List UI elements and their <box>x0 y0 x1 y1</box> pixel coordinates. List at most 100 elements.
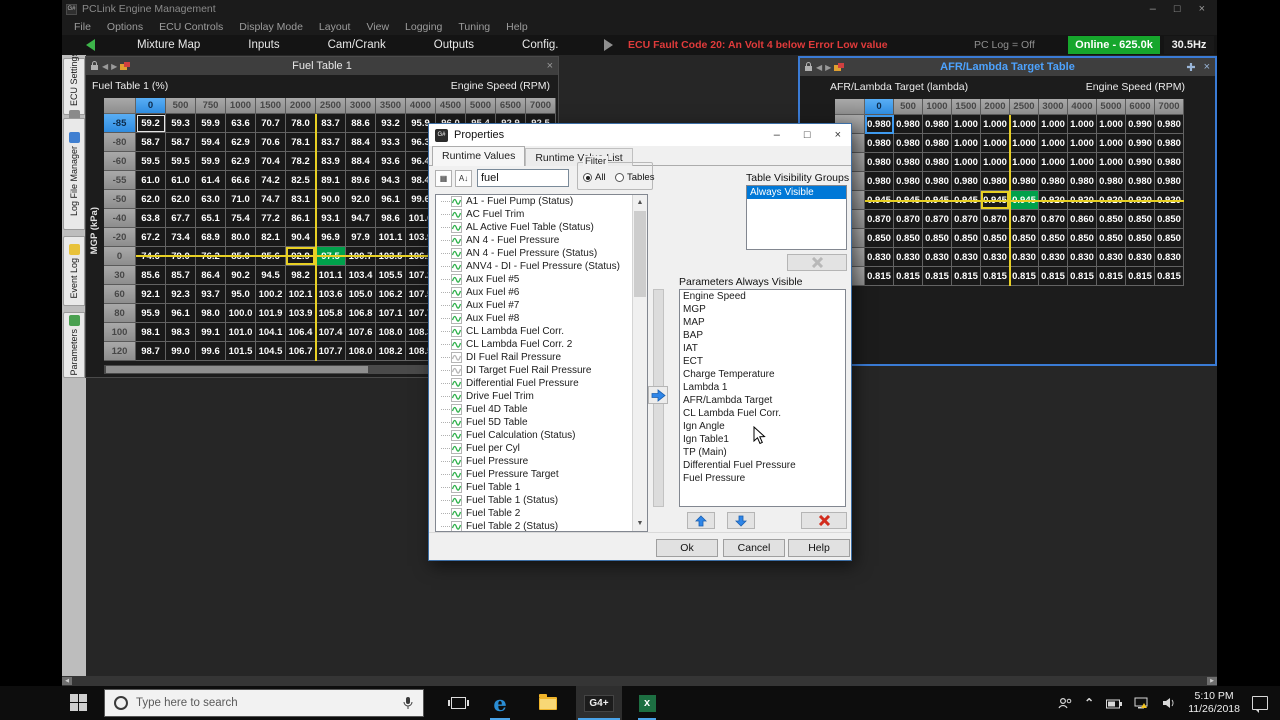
fuel-col-header[interactable]: 4500 <box>436 98 466 114</box>
afr-table-titlebar[interactable]: ◀ ▶ AFR/Lambda Target Table ✚ × <box>800 58 1215 76</box>
scroll-up-icon[interactable]: ▲ <box>633 195 647 210</box>
afr-table-cell[interactable]: 0.920 <box>1068 191 1097 210</box>
close-icon[interactable]: × <box>1199 3 1205 15</box>
waveform-checkbox-icon[interactable] <box>451 508 462 519</box>
tree-item[interactable]: CL Lambda Fuel Corr. 2 <box>436 338 647 351</box>
afr-table-cell[interactable]: 0.945 <box>865 191 894 210</box>
fuel-table-cell[interactable]: 107.6 <box>346 323 376 342</box>
taskbar-clock[interactable]: 5:10 PM 11/26/2018 <box>1188 690 1240 716</box>
scroll-right-icon[interactable]: ▶ <box>1207 677 1217 685</box>
tab-runtime-values[interactable]: Runtime Values <box>432 146 525 166</box>
fuel-table-cell[interactable]: 92.0 <box>346 190 376 209</box>
fuel-col-header[interactable]: 4000 <box>406 98 436 114</box>
fuel-table-cell[interactable]: 103.4 <box>346 266 376 285</box>
afr-table-cell[interactable]: 0.980 <box>1126 172 1155 191</box>
afr-col-header[interactable]: 7000 <box>1155 99 1184 115</box>
fuel-table-cell[interactable]: 99.0 <box>166 342 196 361</box>
maximize-icon[interactable]: □ <box>1174 3 1181 15</box>
afr-table-cell[interactable]: 0.830 <box>981 248 1010 267</box>
ok-button[interactable]: Ok <box>656 539 718 557</box>
dialog-maximize-icon[interactable]: □ <box>804 129 811 141</box>
move-down-button[interactable] <box>727 512 755 529</box>
fuel-table-cell[interactable]: 100.0 <box>226 304 256 323</box>
fuel-table-cell[interactable]: 65.1 <box>196 209 226 228</box>
runtime-values-tree[interactable]: A1 - Fuel Pump (Status)AC Fuel TrimAL Ac… <box>435 194 648 532</box>
fuel-table-cell[interactable]: 85.7 <box>166 266 196 285</box>
add-parameter-button[interactable] <box>648 386 668 404</box>
fuel-table-cell[interactable]: 104.5 <box>256 342 286 361</box>
afr-table-cell[interactable]: 0.980 <box>1155 172 1184 191</box>
params-always-visible-list[interactable]: Engine SpeedMGPMAPBAPIATECTCharge Temper… <box>679 289 846 507</box>
sidebar-tab-ecu-settings[interactable]: ECU Settings <box>63 58 85 115</box>
waveform-checkbox-icon[interactable] <box>451 352 462 363</box>
afr-table-cell[interactable]: 0.830 <box>952 248 981 267</box>
start-button-icon[interactable] <box>70 694 87 711</box>
fuel-col-header[interactable]: 2500 <box>316 98 346 114</box>
fuel-table-cell[interactable]: 97.5 <box>316 247 346 266</box>
waveform-checkbox-icon[interactable] <box>451 209 462 220</box>
fuel-table-cell[interactable]: 76.2 <box>196 247 226 266</box>
afr-table-cell[interactable]: 0.850 <box>1126 229 1155 248</box>
afr-table-cell[interactable]: 0.815 <box>1155 267 1184 286</box>
waveform-checkbox-icon[interactable] <box>451 261 462 272</box>
fuel-table-cell[interactable]: 80.0 <box>226 228 256 247</box>
waveform-checkbox-icon[interactable] <box>451 326 462 337</box>
afr-table-cell[interactable]: 0.850 <box>1039 229 1068 248</box>
toolbar-tab-outputs[interactable]: Outputs <box>410 39 498 51</box>
fuel-table-cell[interactable]: 94.5 <box>256 266 286 285</box>
fuel-row-header[interactable]: -60 <box>104 152 136 171</box>
afr-table-cell[interactable]: 0.980 <box>923 134 952 153</box>
action-center-icon[interactable] <box>1252 696 1268 710</box>
tree-item[interactable]: Fuel Calculation (Status) <box>436 429 647 442</box>
network-icon[interactable] <box>1134 697 1150 709</box>
afr-col-header[interactable]: 4000 <box>1068 99 1097 115</box>
menu-item-view[interactable]: View <box>358 21 397 33</box>
toolbar-tab-config-[interactable]: Config. <box>498 39 582 51</box>
afr-table-cell[interactable]: 1.000 <box>1039 115 1068 134</box>
waveform-checkbox-icon[interactable] <box>451 430 462 441</box>
afr-table-cell[interactable]: 0.860 <box>1068 210 1097 229</box>
afr-table-cell[interactable]: 0.980 <box>1068 172 1097 191</box>
fuel-table-cell[interactable]: 98.0 <box>196 304 226 323</box>
afr-table-cell[interactable]: 1.000 <box>1097 115 1126 134</box>
excel-icon[interactable]: x <box>628 686 666 720</box>
close-table-icon[interactable]: × <box>1204 61 1210 73</box>
fuel-col-header[interactable]: 3500 <box>376 98 406 114</box>
afr-table-cell[interactable]: 0.850 <box>1068 229 1097 248</box>
afr-table-cell[interactable]: 1.000 <box>952 115 981 134</box>
afr-table-cell[interactable]: 0.850 <box>952 229 981 248</box>
scroll-down-icon[interactable]: ▼ <box>633 516 647 531</box>
waveform-checkbox-icon[interactable] <box>451 456 462 467</box>
afr-table-cell[interactable]: 0.830 <box>1068 248 1097 267</box>
tree-scrollbar[interactable]: ▲ ▼ <box>632 195 647 531</box>
fuel-table-cell[interactable]: 62.9 <box>226 152 256 171</box>
afr-table-cell[interactable]: 0.850 <box>1155 229 1184 248</box>
tree-item[interactable]: Aux Fuel #7 <box>436 299 647 312</box>
afr-table-cell[interactable]: 0.980 <box>923 115 952 134</box>
fuel-table-cell[interactable]: 73.4 <box>166 228 196 247</box>
tree-item[interactable]: Fuel Table 1 <box>436 481 647 494</box>
fuel-table-cell[interactable]: 98.7 <box>136 342 166 361</box>
afr-table-cell[interactable]: 0.980 <box>981 172 1010 191</box>
visible-parameter-item[interactable]: Charge Temperature <box>680 368 845 381</box>
waveform-checkbox-icon[interactable] <box>451 274 462 285</box>
microphone-icon[interactable] <box>403 696 413 710</box>
people-icon[interactable] <box>1058 697 1072 709</box>
afr-table-cell[interactable]: 0.850 <box>1126 210 1155 229</box>
fuel-table-cell[interactable]: 59.4 <box>196 133 226 152</box>
remove-group-button[interactable] <box>787 254 847 271</box>
afr-table-cell[interactable]: 1.000 <box>1097 153 1126 172</box>
fuel-table-cell[interactable]: 63.0 <box>196 190 226 209</box>
visibility-group-item[interactable]: Always Visible <box>747 186 846 199</box>
fuel-col-header[interactable]: 1500 <box>256 98 286 114</box>
afr-table-cell[interactable]: 1.000 <box>981 153 1010 172</box>
online-status-badge[interactable]: Online - 625.0k <box>1068 36 1160 54</box>
tray-expand-icon[interactable]: ⌃ <box>1084 696 1094 710</box>
waveform-checkbox-icon[interactable] <box>451 339 462 350</box>
afr-col-header[interactable]: 3000 <box>1039 99 1068 115</box>
afr-table-cell[interactable]: 1.000 <box>952 134 981 153</box>
tree-item[interactable]: Aux Fuel #5 <box>436 273 647 286</box>
minimize-icon[interactable]: – <box>1150 3 1156 15</box>
fuel-table-cell[interactable]: 85.0 <box>226 247 256 266</box>
fuel-table-cell[interactable]: 74.7 <box>256 190 286 209</box>
